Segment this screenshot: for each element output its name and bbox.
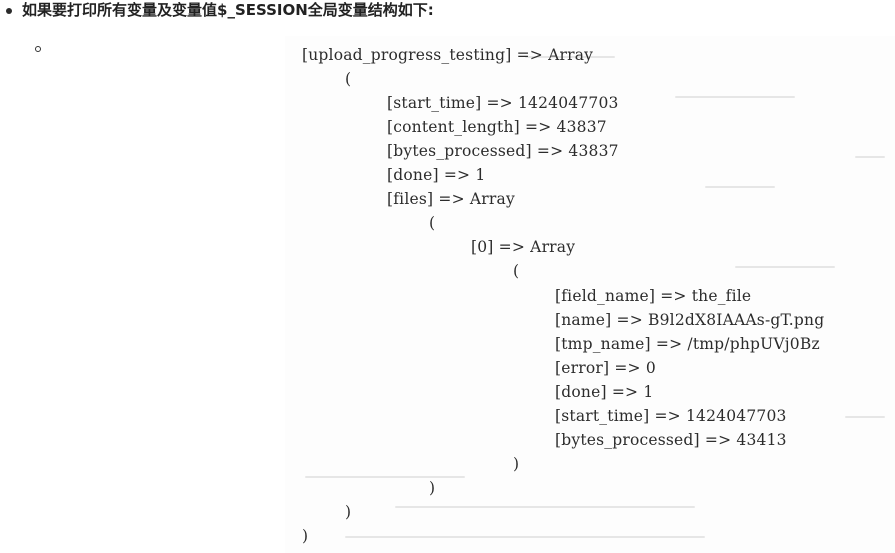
code-line: [error] => 0 — [555, 358, 656, 377]
code-line: [upload_progress_testing] => Array — [302, 46, 594, 64]
code-line: [files] => Array — [387, 190, 515, 209]
scan-noise — [845, 416, 885, 418]
bullet-disc-icon — [6, 8, 12, 14]
scan-noise — [395, 506, 695, 508]
code-line: ) — [429, 478, 436, 497]
code-line: [start_time] => 1424047703 — [555, 406, 787, 425]
scan-noise — [855, 156, 885, 158]
code-line: [tmp_name] => /tmp/phpUVj0Bz — [555, 334, 820, 353]
scan-noise — [705, 186, 775, 188]
heading-text: 如果要打印所有变量及变量值$_SESSION全局变量结构如下: — [22, 1, 434, 19]
code-line: [start_time] => 1424047703 — [387, 94, 619, 113]
code-line: [field_name] => the_file — [555, 286, 752, 305]
code-line: [done] => 1 — [387, 166, 486, 185]
code-line: ( — [429, 214, 436, 233]
code-line: ) — [345, 502, 352, 521]
code-line: ) — [513, 454, 520, 473]
code-line: ( — [345, 70, 352, 89]
scan-noise — [735, 266, 835, 268]
code-line: [content_length] => 43837 — [387, 118, 607, 137]
code-screenshot-image: [upload_progress_testing] => Array ( [star… — [285, 36, 895, 553]
code-line: ) — [302, 527, 309, 545]
code-line: ( — [513, 262, 520, 281]
code-line: [bytes_processed] => 43837 — [387, 142, 619, 161]
code-line: [bytes_processed] => 43413 — [555, 430, 787, 449]
scan-noise — [305, 476, 465, 478]
scan-noise — [345, 536, 705, 538]
bullet-circle-icon — [35, 46, 41, 52]
code-line: [0] => Array — [471, 238, 576, 257]
scan-noise — [675, 96, 795, 98]
code-line: [name] => B9l2dX8IAAAs-gT.png — [555, 310, 825, 329]
code-line: [done] => 1 — [555, 382, 654, 401]
list-item-heading: 如果要打印所有变量及变量值$_SESSION全局变量结构如下: — [0, 0, 895, 22]
